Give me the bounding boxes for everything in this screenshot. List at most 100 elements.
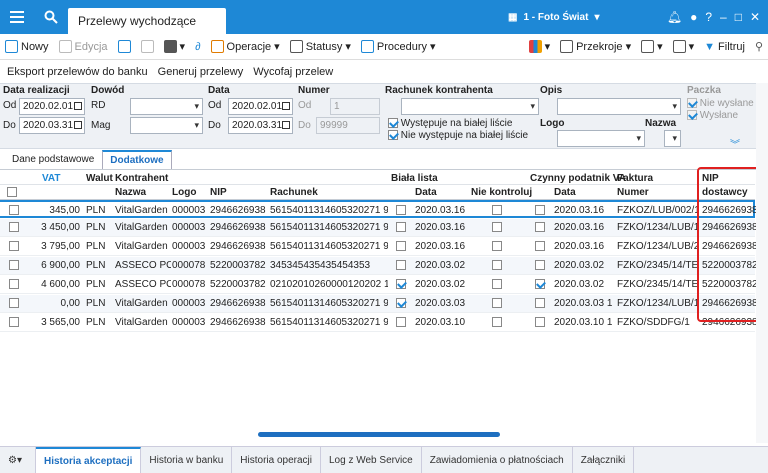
attach-button[interactable]: ∂	[190, 36, 205, 58]
data-to-input[interactable]: 2020.03.31	[228, 117, 293, 134]
statuses-button[interactable]: Statusy ▾	[285, 36, 356, 58]
window-tab[interactable]: Przelewy wychodzące	[68, 8, 226, 34]
calendar-icon[interactable]	[74, 121, 82, 129]
active-vat-checkbox[interactable]	[535, 260, 545, 270]
row-checkbox[interactable]	[9, 205, 19, 215]
calendar-icon[interactable]	[282, 102, 290, 110]
whitelist-checkbox[interactable]	[396, 205, 406, 215]
header-rachunek[interactable]: Rachunek	[270, 187, 318, 198]
vertical-scrollbar[interactable]	[756, 83, 768, 443]
find-button[interactable]: ⚲	[750, 36, 768, 58]
active-vat-checkbox[interactable]	[535, 317, 545, 327]
whitelist-checkbox[interactable]	[396, 279, 406, 289]
table-row[interactable]: 6 900,00 PLN ASSECO PO 000078 5220003782 3453…	[0, 257, 758, 275]
header-nie-kontroluj[interactable]: Nie kontroluj	[471, 187, 532, 198]
help-icon[interactable]: ?	[705, 10, 712, 24]
nazwa-select[interactable]: ▾	[664, 130, 681, 147]
table-row[interactable]: 3 565,00 PLN VitalGarden 000003 2946626938 56…	[0, 314, 758, 332]
search-icon[interactable]	[34, 0, 68, 34]
no-control-checkbox[interactable]	[492, 260, 502, 270]
date-from-input[interactable]: 2020.02.01	[19, 98, 85, 115]
header-czynny[interactable]: Czynny podatnik VA	[530, 173, 626, 184]
whitelist-checkbox[interactable]	[396, 260, 406, 270]
table-row[interactable]: 345,00 PLN VitalGarden 000003 2946626938 5615…	[0, 200, 758, 218]
whitelist-checkbox[interactable]	[396, 298, 406, 308]
window-min-icon[interactable]: –	[720, 10, 727, 24]
tab-zalaczniki[interactable]: Załączniki	[573, 447, 635, 473]
active-vat-checkbox[interactable]	[535, 222, 545, 232]
no-control-checkbox[interactable]	[492, 298, 502, 308]
views-button[interactable]: Przekroje ▾	[555, 36, 636, 58]
collapse-chevron-icon[interactable]: ︾	[730, 136, 740, 151]
filter-button[interactable]: ▼ Filtruj	[699, 36, 750, 58]
header-czynny-data[interactable]: Data	[554, 187, 576, 198]
no-control-checkbox[interactable]	[492, 279, 502, 289]
data-from-input[interactable]: 2020.02.01	[228, 98, 293, 115]
nie-wyslane[interactable]: Nie wysłane	[687, 98, 754, 109]
whitelist-checkbox[interactable]	[396, 317, 406, 327]
logo-select[interactable]: ▾	[557, 130, 645, 147]
rachunek-select[interactable]: ▾	[401, 98, 539, 115]
no-control-checkbox[interactable]	[492, 222, 502, 232]
mag-select[interactable]: ▾	[130, 117, 203, 134]
row-checkbox[interactable]	[9, 317, 19, 327]
header-walut[interactable]: Walut	[86, 173, 113, 184]
withdraw-transfer-link[interactable]: Wycofaj przelew	[253, 66, 333, 78]
row-checkbox[interactable]	[9, 279, 19, 289]
new-button[interactable]: Nowy	[0, 36, 54, 58]
export-transfers-link[interactable]: Eksport przelewów do banku	[7, 66, 148, 78]
header-logo[interactable]: Logo	[172, 187, 196, 198]
numer-from-input[interactable]: 1	[330, 98, 380, 115]
procedures-button[interactable]: Procedury ▾	[356, 36, 441, 58]
tab-historia-w-banku[interactable]: Historia w banku	[141, 447, 233, 473]
bottom-menu-button[interactable]: ⚙▾	[0, 447, 36, 473]
table-row[interactable]: 4 600,00 PLN ASSECO PO 000078 5220003782 0210…	[0, 276, 758, 294]
whitelist-yes-checkbox[interactable]	[388, 118, 398, 129]
header-nazwa[interactable]: Nazwa	[115, 187, 146, 198]
nie-wyslane-checkbox[interactable]	[687, 98, 697, 109]
window-max-icon[interactable]: □	[735, 10, 742, 24]
whitelist-yes[interactable]: Występuje na białej liście	[388, 118, 512, 129]
active-vat-checkbox[interactable]	[535, 298, 545, 308]
wyslane-checkbox[interactable]	[687, 110, 697, 121]
select-all-checkbox[interactable]	[7, 187, 17, 198]
tab-zawiadomienia[interactable]: Zawiadomienia o płatnościach	[422, 447, 573, 473]
date-to-input[interactable]: 2020.03.31	[19, 117, 85, 134]
company-selector[interactable]: ▦ 1 - Foto Świat ▾	[508, 0, 599, 34]
tab-dane-podstawowe[interactable]: Dane podstawowe	[4, 150, 102, 169]
no-control-checkbox[interactable]	[492, 317, 502, 327]
header-biala-lista[interactable]: Biała lista	[391, 173, 438, 184]
whitelist-checkbox[interactable]	[396, 222, 406, 232]
row-checkbox[interactable]	[9, 222, 19, 232]
operations-button[interactable]: Operacje ▾	[206, 36, 285, 58]
calendar-icon[interactable]	[282, 121, 290, 129]
menu-icon[interactable]	[0, 0, 34, 34]
header-vat[interactable]: VAT	[42, 173, 61, 184]
copy-button[interactable]	[136, 36, 159, 58]
header-kontrahent[interactable]: Kontrahent	[115, 173, 168, 184]
calendar-icon[interactable]	[74, 102, 82, 110]
tab-dodatkowe[interactable]: Dodatkowe	[102, 150, 172, 169]
numer-to-input[interactable]: 99999	[316, 117, 380, 134]
tab-historia-operacji[interactable]: Historia operacji	[232, 447, 321, 473]
select-all[interactable]	[7, 186, 17, 198]
preview-button[interactable]	[113, 36, 136, 58]
whitelist-no-checkbox[interactable]	[388, 130, 398, 141]
active-vat-checkbox[interactable]	[535, 241, 545, 251]
tab-historia-akceptacji[interactable]: Historia akceptacji	[36, 447, 142, 473]
settings-button[interactable]: ▾	[668, 36, 700, 58]
table-row[interactable]: 3 795,00 PLN VitalGarden 000003 2946626938 56…	[0, 238, 758, 256]
row-checkbox[interactable]	[9, 241, 19, 251]
whitelist-checkbox[interactable]	[396, 241, 406, 251]
row-checkbox[interactable]	[9, 298, 19, 308]
active-vat-checkbox[interactable]	[535, 205, 545, 215]
edit-button[interactable]: Edycja	[54, 36, 113, 58]
tab-log-web-service[interactable]: Log z Web Service	[321, 447, 422, 473]
header-nip[interactable]: NIP	[210, 187, 227, 198]
close-icon[interactable]: ✕	[750, 10, 760, 24]
table-row[interactable]: 3 450,00 PLN VitalGarden 000003 2946626938 56…	[0, 219, 758, 237]
row-checkbox[interactable]	[9, 260, 19, 270]
generate-transfers-link[interactable]: Generuj przelewy	[158, 66, 244, 78]
horizontal-scrollbar[interactable]	[258, 432, 500, 437]
print-button[interactable]: ▾	[159, 36, 191, 58]
